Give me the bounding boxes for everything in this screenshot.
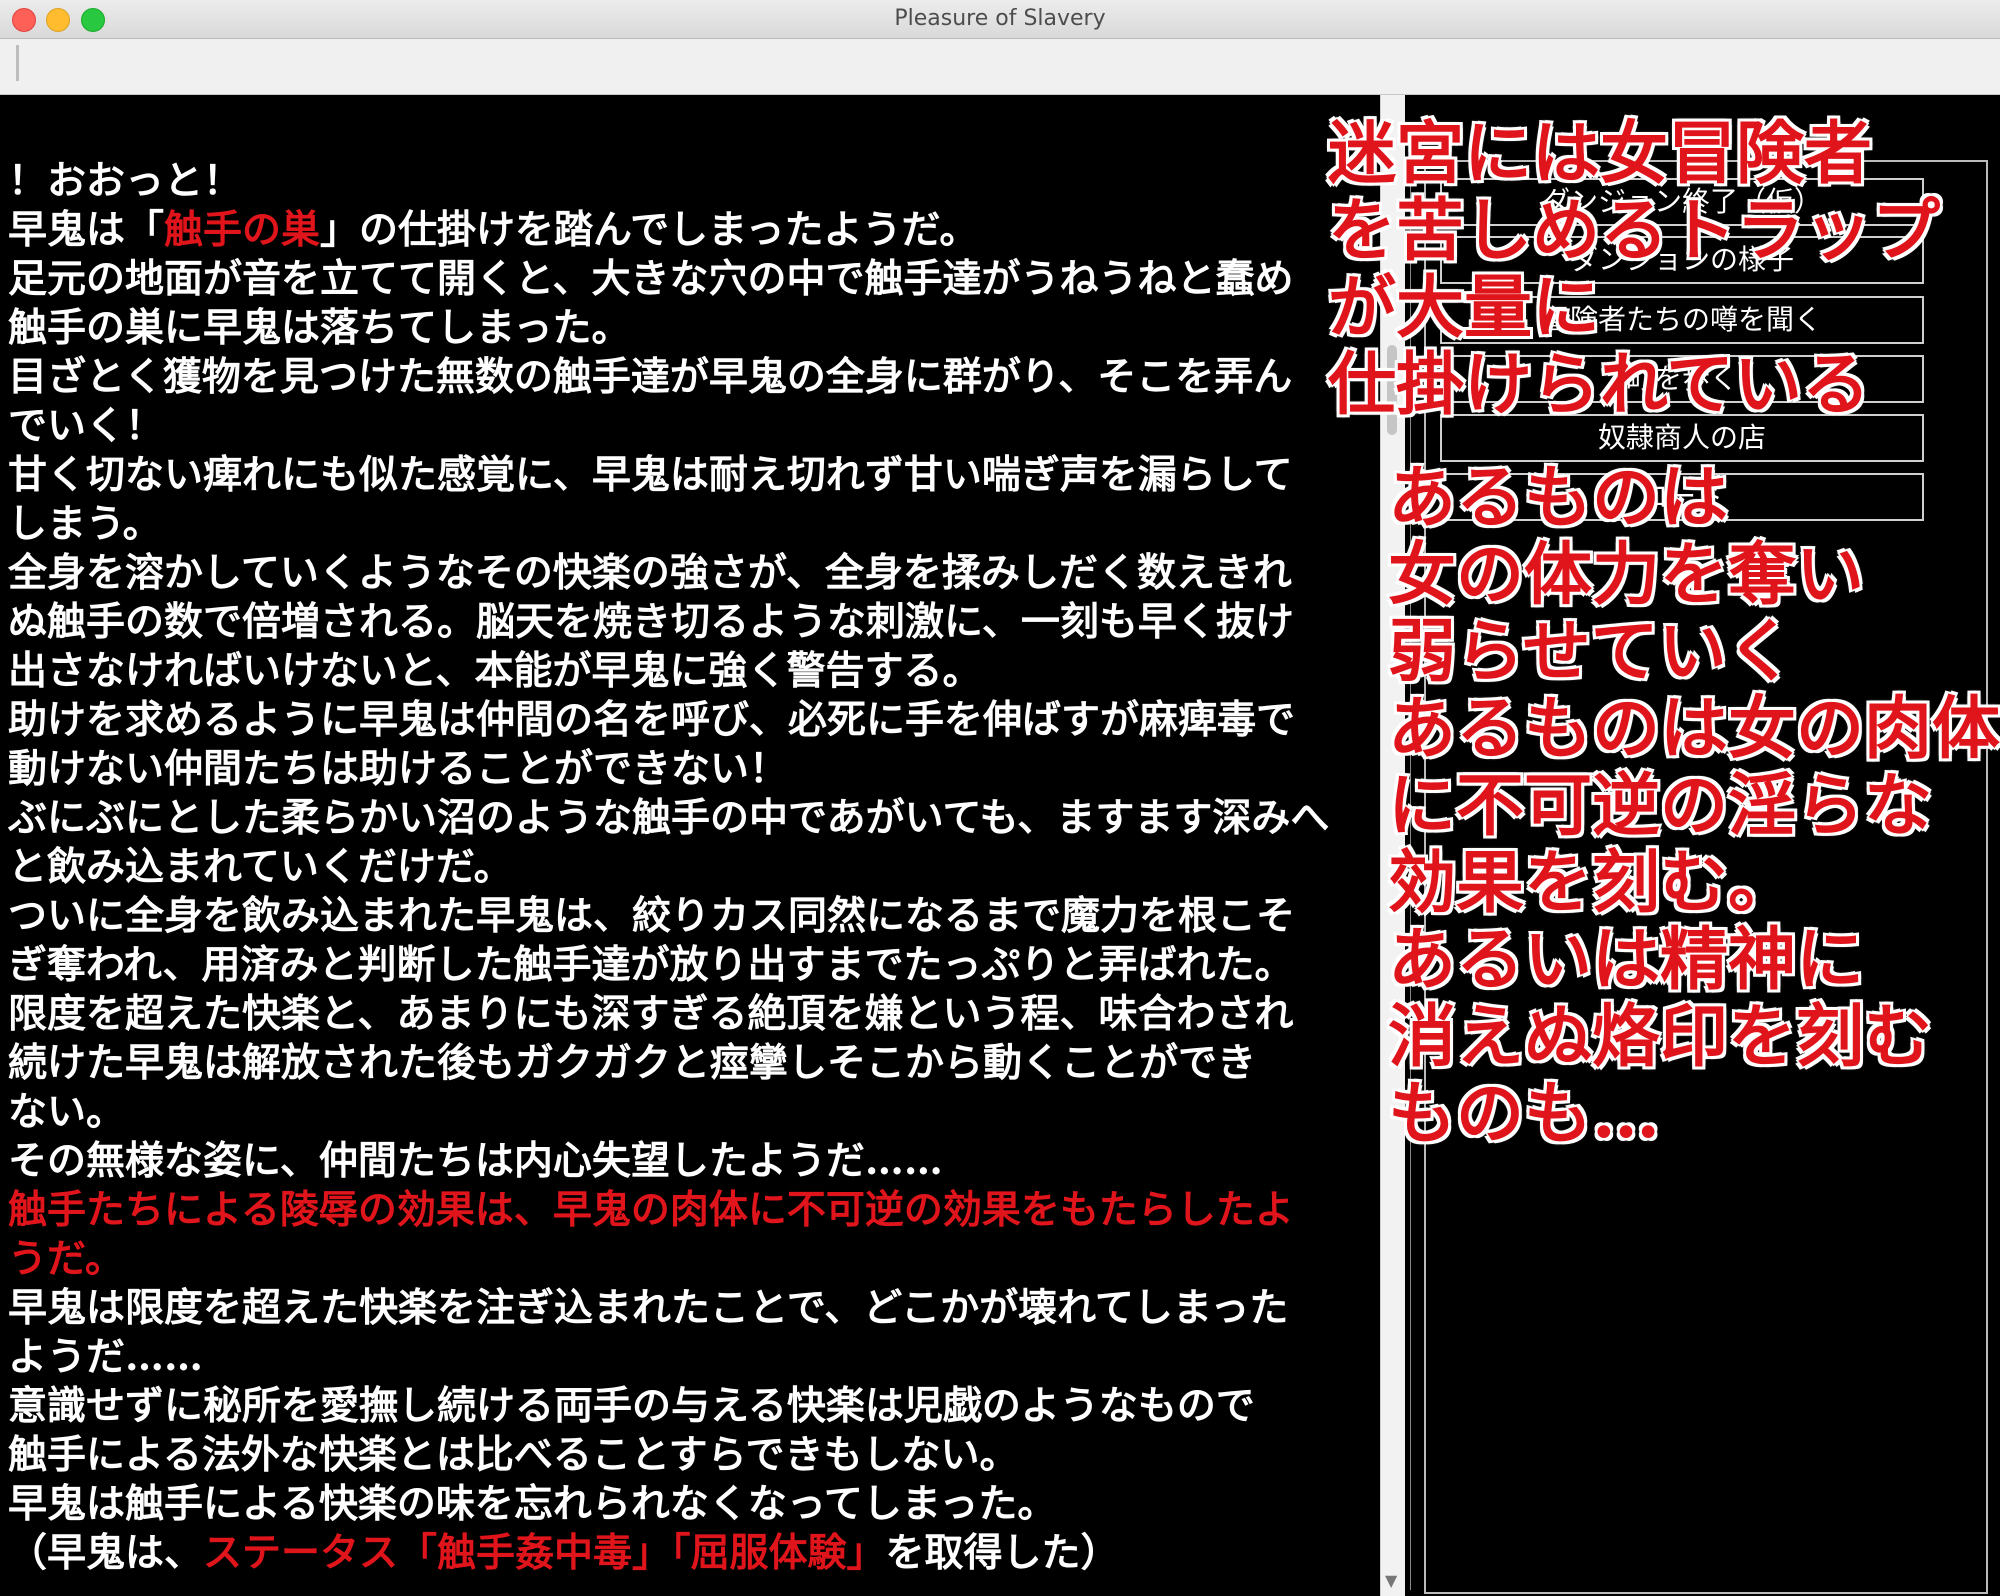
log-text: ！おおっと！	[8, 158, 243, 204]
promo-caption-line: が大量に	[1326, 268, 1601, 348]
log-text: 出さなければいけないと、本能が早鬼に強く警告する。	[8, 648, 982, 694]
log-text: を取得した）	[885, 1530, 1120, 1576]
log-line: 触手たちによる陵辱の効果は、早鬼の肉体に不可逆の効果をもたらしたよ	[8, 1186, 1388, 1235]
log-text: ぎ奪われ、用済みと判断した触手達が放り出すまでたっぷりと弄ばれた。	[8, 942, 1294, 988]
log-line: ぬ触手の数で倍増される。脳天を焼き切るような刺激に、一刻も早く抜け	[8, 598, 1388, 647]
log-text: 目ざとく獲物を見つけた無数の触手達が早鬼の全身に群がり、そこを弄ん	[8, 354, 1293, 400]
log-line: うだ。	[8, 1235, 1388, 1284]
log-line: ようだ……	[8, 1333, 1388, 1382]
promo-caption-line: に不可逆の淫らな	[1386, 766, 1933, 846]
log-text: 早鬼は「	[8, 207, 165, 253]
log-highlight-text: 触手たちによる陵辱の効果は、早鬼の肉体に不可逆の効果をもたらしたよ	[8, 1187, 1294, 1233]
log-line: 早鬼は限度を超えた快楽を注ぎ込まれたことで、どこかが壊れてしまった	[8, 1284, 1388, 1333]
log-text: 」の仕掛けを踏んでしまったようだ。	[320, 207, 979, 253]
log-line: ぶにぶにとした柔らかい沼のような触手の中であがいても、ますます深みへ	[8, 794, 1388, 843]
promo-caption-line: あるものは	[1386, 458, 1729, 538]
log-line: 意識せずに秘所を愛撫し続ける両手の与える快楽は児戯のようなもので	[8, 1382, 1388, 1431]
log-line: ついに全身を飲み込まれた早鬼は、絞りカス同然になるまで魔力を根こそ	[8, 892, 1388, 941]
log-text: 早鬼は触手による快楽の味を忘れられなくなってしまった。	[8, 1481, 1057, 1527]
promo-caption-line: 消えぬ烙印を刻む	[1386, 997, 1933, 1077]
log-line: 限度を超えた快楽と、あまりにも深すぎる絶頂を嫌という程、味合わされ	[8, 990, 1388, 1039]
log-text: 限度を超えた快楽と、あまりにも深すぎる絶頂を嫌という程、味合わされ	[8, 991, 1294, 1037]
log-line: ない。	[8, 1088, 1388, 1137]
log-line: その無様な姿に、仲間たちは内心失望したようだ……	[8, 1137, 1388, 1186]
log-line: 触手による法外な快楽とは比べることすらできもしない。	[8, 1431, 1388, 1480]
log-text: ついに全身を飲み込まれた早鬼は、絞りカス同然になるまで魔力を根こそ	[8, 893, 1296, 939]
title-bar: Pleasure of Slavery	[0, 0, 2000, 39]
promo-caption-line: 女の体力を奪い	[1386, 535, 1865, 615]
log-lines: ！おおっと！ 早鬼は「触手の巣」の仕掛けを踏んでしまったようだ。 足元の地面が音を立…	[8, 157, 1388, 1578]
log-line: 出さなければいけないと、本能が早鬼に強く警告する。	[8, 647, 1388, 696]
log-line: でいく！	[8, 402, 1388, 451]
log-text: 足元の地面が音を立てて開くと、大きな穴の中で触手達がうねうねと蠢め	[8, 256, 1294, 302]
log-line: と飲み込まれていくだけだ。	[8, 843, 1388, 892]
promo-caption-line: 仕掛けられている	[1326, 345, 1871, 425]
log-line: 全身を溶かしていくようなその快楽の強さが、全身を揉みしだく数えきれ	[8, 549, 1388, 598]
log-text: 意識せずに秘所を愛撫し続ける両手の与える快楽は児戯のようなもので	[8, 1383, 1255, 1429]
window-title: Pleasure of Slavery	[894, 6, 1106, 31]
promo-caption-line: あるものは女の肉体	[1386, 689, 2000, 769]
log-line: しまう。	[8, 500, 1388, 549]
log-line: ぎ奪われ、用済みと判断した触手達が放り出すまでたっぷりと弄ばれた。	[8, 941, 1388, 990]
log-text: （早鬼は、	[8, 1530, 204, 1576]
log-text: 助けを求めるように早鬼は仲間の名を呼び、必死に手を伸ばすが麻痺毒で	[8, 697, 1296, 743]
log-line: ！おおっと！	[8, 157, 1388, 206]
log-text: と飲み込まれていくだけだ。	[8, 844, 513, 890]
text-caret	[16, 45, 19, 81]
log-line: 助けを求めるように早鬼は仲間の名を呼び、必死に手を伸ばすが麻痺毒で	[8, 696, 1388, 745]
log-line: （早鬼は、ステータス「触手姦中毒」「屈服体験」を取得した）	[8, 1529, 1388, 1578]
log-text: 甘く切ない痺れにも似た感覚に、早鬼は耐え切れず甘い喘ぎ声を漏らして	[8, 452, 1293, 498]
promo-caption-line: あるいは精神に	[1386, 920, 1865, 1000]
promo-caption-line: 効果を刻む。	[1386, 843, 1797, 923]
log-text: 触手による法外な快楽とは比べることすらできもしない。	[8, 1432, 1019, 1478]
log-highlight-text: うだ。	[8, 1236, 124, 1282]
promo-caption-line: ものも…	[1386, 1074, 1661, 1154]
log-text: その無様な姿に、仲間たちは内心失望したようだ……	[8, 1138, 943, 1184]
log-line: 目ざとく獲物を見つけた無数の触手達が早鬼の全身に群がり、そこを弄ん	[8, 353, 1388, 402]
message-log: ！おおっと！ 早鬼は「触手の巣」の仕掛けを踏んでしまったようだ。 足元の地面が音を立…	[0, 95, 1404, 1596]
log-text: 動けない仲間たちは助けることができない！	[8, 746, 789, 792]
log-text: 続けた早鬼は解放された後もガクガクと痙攣しそこから動くことができ	[8, 1040, 1257, 1086]
log-highlight-text: 触手の巣	[164, 207, 321, 253]
log-line: 早鬼は「触手の巣」の仕掛けを踏んでしまったようだ。	[8, 206, 1388, 255]
scroll-down-arrow-icon[interactable]: ▼	[1385, 1571, 1397, 1590]
log-text: ぬ触手の数で倍増される。脳天を焼き切るような刺激に、一刻も早く抜け	[8, 599, 1294, 645]
promo-caption-top: 迷宮には女冒険者 を苦しめるトラップ が大量に 仕掛けられている	[1326, 114, 1941, 425]
log-highlight-text: ステータス「触手姦中毒」「屈服体験」	[203, 1530, 886, 1576]
log-line: 足元の地面が音を立てて開くと、大きな穴の中で触手達がうねうねと蠢め	[8, 255, 1388, 304]
promo-caption-line: 弱らせていく	[1386, 612, 1796, 692]
command-input[interactable]	[0, 39, 2000, 95]
promo-caption-line: を苦しめるトラップ	[1326, 191, 1941, 271]
log-text: しまう。	[8, 501, 162, 547]
log-text: ようだ……	[8, 1334, 204, 1380]
log-line: 動けない仲間たちは助けることができない！	[8, 745, 1388, 794]
log-line: 早鬼は触手による快楽の味を忘れられなくなってしまった。	[8, 1480, 1388, 1529]
log-line: 触手の巣に早鬼は落ちてしまった。	[8, 304, 1388, 353]
log-text: 早鬼は限度を超えた快楽を注ぎ込まれたことで、どこかが壊れてしまった	[8, 1285, 1289, 1331]
log-text: ない。	[8, 1089, 126, 1135]
log-text: 全身を溶かしていくようなその快楽の強さが、全身を揉みしだく数えきれ	[8, 550, 1292, 596]
log-line: 続けた早鬼は解放された後もガクガクと痙攣しそこから動くことができ	[8, 1039, 1388, 1088]
promo-caption-line: 迷宮には女冒険者	[1326, 114, 1873, 194]
promo-caption-bottom: あるものは 女の体力を奪い 弱らせていく あるものは女の肉体 に不可逆の淫らな 効果を刻む…	[1386, 458, 2000, 1154]
log-text: ぶにぶにとした柔らかい沼のような触手の中であがいても、ますます深みへ	[8, 795, 1330, 841]
log-line: 甘く切ない痺れにも似た感覚に、早鬼は耐え切れず甘い喘ぎ声を漏らして	[8, 451, 1388, 500]
log-text: でいく！	[8, 403, 165, 449]
log-text: 触手の巣に早鬼は落ちてしまった。	[8, 305, 631, 351]
